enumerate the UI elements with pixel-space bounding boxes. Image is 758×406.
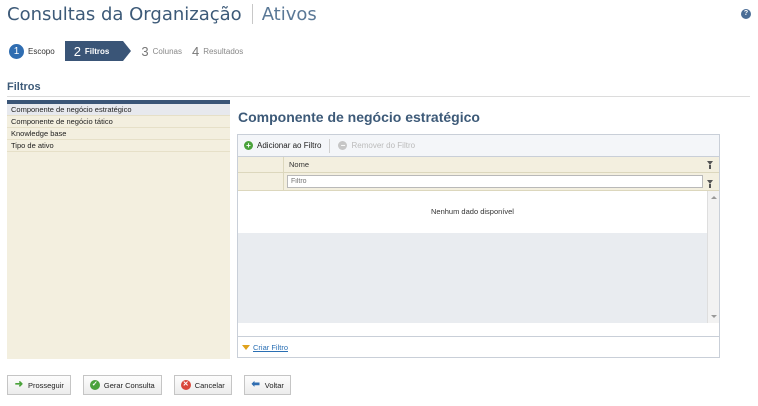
plus-icon: + (244, 141, 253, 150)
arrow-right-icon: ➜ (14, 379, 24, 390)
scroll-down-icon[interactable] (711, 315, 717, 318)
arrow-left-icon: ⬅ (251, 379, 260, 390)
column-header-label: Nome (289, 160, 310, 169)
filter-icon[interactable] (707, 161, 713, 169)
grid-content: Nenhum dado disponível (238, 191, 707, 323)
back-label: Voltar (264, 380, 284, 390)
action-bar: ➜ Prosseguir ✓ Gerar Consulta ✕ Cancelar… (7, 375, 303, 395)
wizard-steps: 1 Escopo 2 Filtros 3 Colunas 4 Resultado… (9, 40, 253, 62)
empty-message: Nenhum dado disponível (238, 191, 707, 233)
minus-icon: − (338, 141, 348, 150)
wizard-step-escopo[interactable]: 1 Escopo (9, 43, 55, 59)
grid-toolbar: + Adicionar ao Filtro − Remover do Filtr… (238, 135, 719, 157)
filter-panel-title: Componente de negócio estratégico (238, 109, 480, 125)
wizard-step-filtros[interactable]: 2 Filtros (64, 41, 132, 61)
cancel-label: Cancelar (194, 380, 225, 390)
add-to-filter-button[interactable]: + Adicionar ao Filtro (244, 141, 321, 150)
cancel-icon: ✕ (180, 380, 191, 390)
filter-row-spacer (238, 173, 284, 190)
filter-cell (284, 173, 719, 190)
check-icon: ✓ (89, 380, 100, 390)
back-button[interactable]: ⬅ Voltar (243, 375, 291, 395)
step-label: Colunas (152, 46, 182, 56)
step-number: 2 (73, 43, 81, 59)
step-label: Filtros (84, 46, 110, 56)
grid-header-row: Nome (238, 157, 719, 173)
filter-category-item[interactable]: Componente de negócio tático (7, 116, 230, 128)
generate-query-button[interactable]: ✓ Gerar Consulta (82, 375, 162, 395)
generate-query-label: Gerar Consulta (103, 380, 155, 390)
step-number: 4 (191, 43, 200, 59)
create-filter-icon (242, 344, 250, 350)
wizard-step-resultados[interactable]: 4 Resultados (192, 44, 243, 59)
grid-footer: Criar Filtro (238, 336, 719, 357)
create-filter-link[interactable]: Criar Filtro (253, 343, 288, 352)
remove-from-filter-label: Remover do Filtro (351, 141, 416, 150)
section-title: Filtros (7, 81, 41, 93)
step-label: Escopo (28, 46, 55, 56)
wizard-step-colunas[interactable]: 3 Colunas (141, 44, 182, 59)
filter-category-item[interactable]: Knowledge base (7, 128, 230, 140)
page-header: Consultas da Organização Ativos (7, 2, 317, 26)
filter-category-item[interactable]: Tipo de ativo (7, 140, 230, 152)
section-divider (7, 96, 750, 97)
scroll-up-icon[interactable] (711, 196, 717, 199)
proceed-button[interactable]: ➜ Prosseguir (7, 375, 71, 395)
grid-filter-row (238, 173, 719, 191)
add-to-filter-label: Adicionar ao Filtro (257, 141, 322, 150)
name-column-header[interactable]: Nome (284, 157, 719, 172)
title-divider (251, 4, 253, 24)
step-number: 1 (9, 43, 24, 59)
filter-category-item[interactable]: Componente de negócio estratégico (7, 104, 230, 116)
step-number: 3 (141, 43, 149, 59)
select-column-header[interactable] (238, 157, 284, 172)
grid-body: Nenhum dado disponível (238, 191, 719, 323)
help-icon[interactable]: ? (741, 9, 751, 19)
filter-icon[interactable] (707, 180, 713, 188)
filter-category-list: Componente de negócio estratégico Compon… (7, 100, 230, 359)
step-label: Resultados (203, 46, 244, 56)
proceed-label: Prosseguir (28, 380, 64, 390)
toolbar-divider (329, 138, 331, 153)
remove-from-filter-button[interactable]: − Remover do Filtro (338, 141, 415, 150)
vertical-scrollbar[interactable] (707, 191, 719, 323)
page-title: Consultas da Organização (7, 3, 242, 25)
name-filter-input[interactable] (287, 175, 703, 188)
page-subtitle: Ativos (261, 3, 317, 25)
cancel-button[interactable]: ✕ Cancelar (173, 375, 232, 395)
filter-grid: + Adicionar ao Filtro − Remover do Filtr… (237, 134, 720, 358)
